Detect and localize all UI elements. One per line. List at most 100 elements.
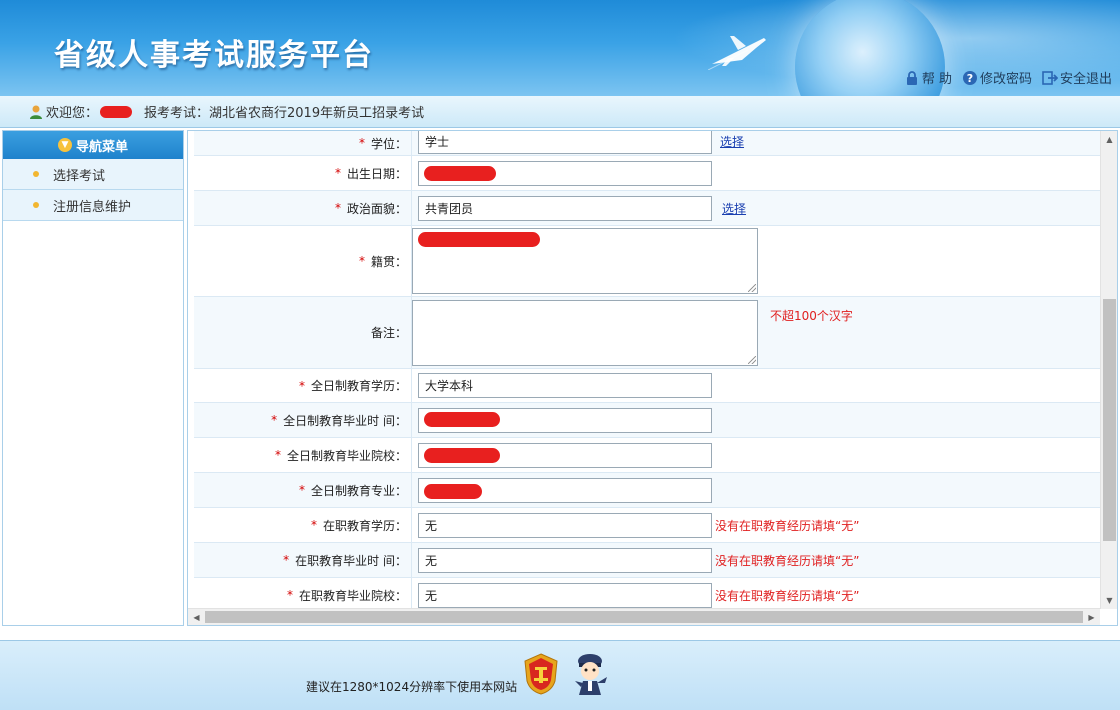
- form-row-birthdate: * 出生日期：: [194, 156, 1100, 191]
- form-label: * 学位：: [194, 131, 412, 155]
- label-text: 学位：: [370, 136, 407, 151]
- main-content: * 学位： 学士 选择 * 出生日期： * 政治面貌： 共青团员 选择 * 籍贯：: [187, 130, 1118, 626]
- form-row-political-status: * 政治面貌： 共青团员 选择: [194, 191, 1100, 226]
- form-row-inservice-education: * 在职教育学历： 无 没有在职教育经历请填“无”: [194, 508, 1100, 543]
- form-value: 无 没有在职教育经历请填“无”: [412, 508, 1100, 542]
- scroll-right-icon[interactable]: ▶: [1083, 609, 1100, 625]
- horizontal-scrollbar[interactable]: ◀ ▶: [188, 608, 1100, 625]
- logout-icon: [1042, 70, 1058, 85]
- bullet-icon: [33, 171, 39, 177]
- form-label: * 在职教育学历：: [194, 508, 412, 542]
- form-value: 大学本科: [412, 369, 1100, 402]
- site-title: 省级人事考试服务平台: [54, 38, 374, 73]
- sidebar-item-label: 选择考试: [53, 168, 106, 184]
- form-value: 不超100个汉字: [412, 297, 1100, 368]
- redacted-school: [424, 448, 500, 463]
- form-value: [412, 403, 1100, 437]
- inservice-grad-date-hint: 没有在职教育经历请填“无”: [715, 553, 860, 568]
- fulltime-education-input[interactable]: 大学本科: [418, 373, 712, 398]
- redacted-major: [424, 484, 482, 499]
- scroll-left-icon[interactable]: ◀: [188, 609, 205, 625]
- label-text: 全日制教育毕业时 间：: [283, 413, 407, 428]
- site-footer: 建议在1280*1024分辨率下使用本网站: [0, 640, 1120, 710]
- form-row-native-place: * 籍贯：: [194, 226, 1100, 297]
- form-value: 学士 选择: [412, 131, 1100, 155]
- required-mark: *: [283, 553, 290, 567]
- label-text: 全日制教育学历：: [310, 379, 407, 393]
- horizontal-scroll-thumb[interactable]: [205, 611, 1083, 623]
- vertical-scrollbar[interactable]: ▲ ▼: [1100, 131, 1117, 609]
- form-label: * 在职教育毕业时 间：: [194, 543, 412, 577]
- form-value: 无 没有在职教育经历请填“无”: [412, 543, 1100, 577]
- required-mark: *: [334, 166, 341, 180]
- form-label: * 政治面貌：: [194, 191, 412, 225]
- sidebar-item-label: 注册信息维护: [53, 199, 132, 215]
- required-mark: *: [334, 201, 341, 215]
- inservice-education-input[interactable]: 无: [418, 512, 712, 538]
- welcome-greeting: 欢迎您：: [46, 106, 99, 121]
- redacted-birthdate: [424, 166, 496, 181]
- logout-label: 安全退出: [1059, 72, 1112, 87]
- form-value: [412, 438, 1100, 472]
- form-row-fulltime-education: * 全日制教育学历： 大学本科: [194, 369, 1100, 403]
- chevron-down-icon: ▼: [57, 138, 72, 152]
- redacted-native-place: [418, 232, 540, 247]
- label-text: 在职教育毕业时 间：: [295, 553, 407, 568]
- degree-select-link[interactable]: 选择: [720, 133, 744, 150]
- remarks-hint: 不超100个汉字: [770, 309, 853, 323]
- user-icon: [30, 105, 42, 119]
- degree-input[interactable]: 学士: [418, 131, 712, 154]
- change-password-link[interactable]: ? 修改密码: [962, 68, 1032, 87]
- scroll-down-icon[interactable]: ▼: [1101, 592, 1117, 609]
- police-mascot-icon: [575, 654, 607, 695]
- label-text: 政治面貌：: [346, 201, 407, 216]
- label-text: 在职教育学历：: [322, 518, 407, 533]
- sidebar-item-select-exam[interactable]: 选择考试: [3, 159, 183, 190]
- label-text: 备注：: [370, 326, 407, 340]
- form-value: [412, 473, 1100, 507]
- form-label: * 全日制教育专业：: [194, 473, 412, 507]
- bullet-icon: [33, 202, 39, 208]
- required-mark: *: [298, 378, 305, 393]
- scroll-up-icon[interactable]: ▲: [1101, 131, 1117, 148]
- logout-link[interactable]: 安全退出: [1042, 68, 1112, 87]
- form-row-fulltime-grad-date: * 全日制教育毕业时 间：: [194, 403, 1100, 438]
- form-label: * 在职教育毕业院校：: [194, 578, 412, 609]
- form-row-fulltime-school: * 全日制教育毕业院校：: [194, 438, 1100, 473]
- form-row-inservice-school: * 在职教育毕业院校： 无 没有在职教育经历请填“无”: [194, 578, 1100, 609]
- lock-icon: [906, 70, 917, 85]
- required-mark: *: [271, 413, 278, 427]
- form-label: * 出生日期：: [194, 156, 412, 190]
- form-row-degree: * 学位： 学士 选择: [194, 131, 1100, 156]
- redacted-username: [100, 105, 133, 118]
- vertical-scroll-thumb[interactable]: [1103, 299, 1116, 541]
- inservice-grad-date-input[interactable]: 无: [418, 547, 712, 573]
- airplane-icon: [708, 36, 766, 70]
- required-mark: *: [286, 588, 293, 602]
- sidebar-item-registration-info[interactable]: 注册信息维护: [3, 190, 183, 221]
- nav-menu-title: ▼ 导航菜单: [3, 131, 183, 159]
- resize-grip-icon[interactable]: [748, 355, 756, 364]
- political-status-input[interactable]: 共青团员: [418, 195, 712, 221]
- remarks-textarea[interactable]: [412, 299, 758, 366]
- form-row-fulltime-major: * 全日制教育专业：: [194, 473, 1100, 508]
- redacted-grad-date: [424, 412, 500, 427]
- label-text: 在职教育毕业院校：: [298, 588, 407, 603]
- form-label: 备注：: [194, 297, 412, 368]
- inservice-school-input[interactable]: 无: [418, 582, 712, 608]
- welcome-bar: 欢迎您： 报考考试：湖北省农商行2019年新员工招录考试: [0, 96, 1120, 128]
- form-value: 无 没有在职教育经历请填“无”: [412, 578, 1100, 609]
- help-link[interactable]: 帮 助: [904, 68, 952, 87]
- sidebar: ▼ 导航菜单 选择考试 注册信息维护: [2, 130, 184, 626]
- label-text: 全日制教育毕业院校：: [286, 448, 407, 463]
- form-value: [412, 156, 1100, 190]
- required-mark: *: [298, 483, 305, 497]
- political-status-select-link[interactable]: 选择: [722, 200, 746, 217]
- inservice-school-hint: 没有在职教育经历请填“无”: [715, 588, 860, 603]
- required-mark: *: [358, 254, 365, 268]
- label-text: 籍贯：: [370, 254, 407, 269]
- help-link-label: 帮 助: [921, 72, 952, 87]
- form-label: * 全日制教育毕业院校：: [194, 438, 412, 472]
- resize-grip-icon[interactable]: [748, 284, 756, 292]
- required-mark: *: [310, 518, 317, 532]
